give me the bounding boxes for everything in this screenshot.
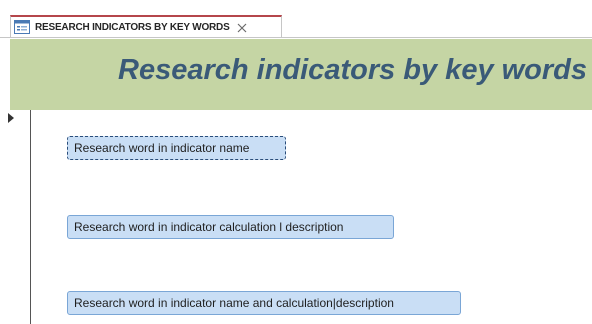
- button-label: Research word in indicator calculation l…: [74, 220, 344, 234]
- search-indicator-name-button[interactable]: Research word in indicator name: [67, 136, 286, 160]
- document-tab-strip: RESEARCH INDICATORS BY KEY WORDS: [0, 0, 592, 39]
- close-icon[interactable]: [236, 21, 248, 33]
- current-record-arrow-icon: [8, 113, 14, 123]
- access-form-window: RESEARCH INDICATORS BY KEY WORDS Researc…: [0, 0, 592, 324]
- form-title: Research indicators by key words: [118, 54, 588, 86]
- record-selector[interactable]: [10, 110, 31, 324]
- button-label: Research word in indicator name and calc…: [74, 296, 394, 310]
- search-indicator-calculation-button[interactable]: Research word in indicator calculation l…: [67, 215, 394, 239]
- document-tab[interactable]: RESEARCH INDICATORS BY KEY WORDS: [10, 15, 282, 37]
- tab-label: RESEARCH INDICATORS BY KEY WORDS: [35, 21, 230, 33]
- form-icon: [14, 20, 30, 34]
- search-indicator-name-and-calculation-button[interactable]: Research word in indicator name and calc…: [67, 291, 461, 315]
- button-label: Research word in indicator name: [74, 141, 250, 155]
- tab-baseline: [0, 37, 592, 38]
